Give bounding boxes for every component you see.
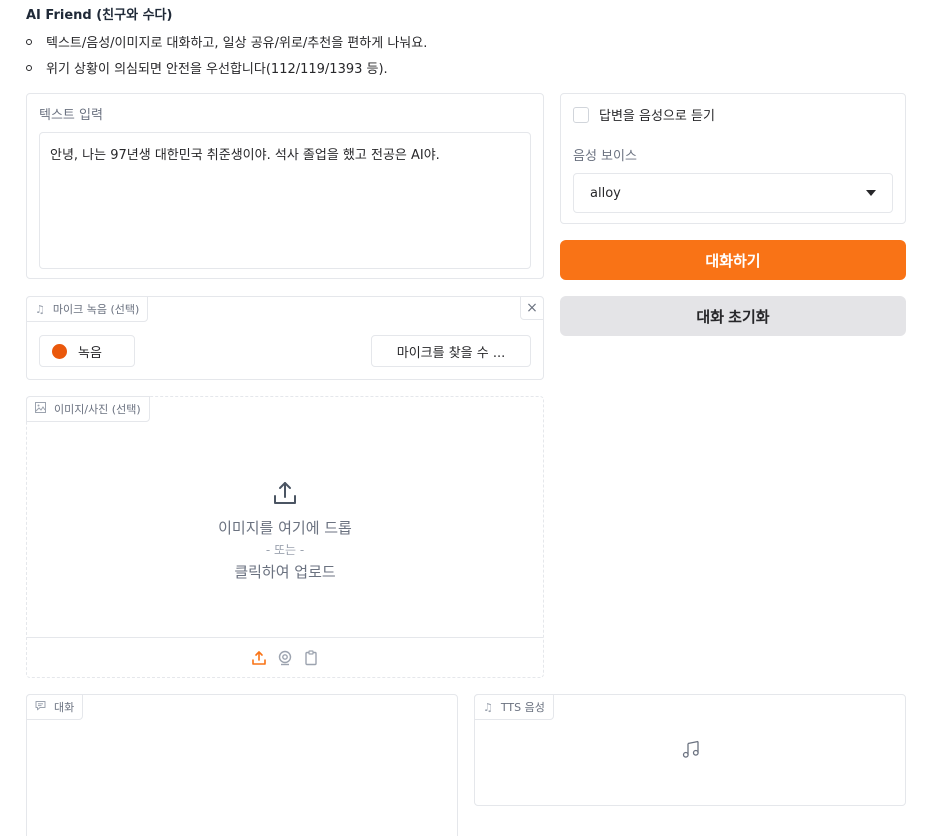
intro-bullet-text: 텍스트/음성/이미지로 대화하고, 일상 공유/위로/추천을 편하게 나눠요. [46,36,428,51]
mic-panel-label: 마이크 녹음 (선택) [52,303,140,316]
upload-icon [274,481,296,504]
mic-recording-panel: ♫ 마이크 녹음 (선택) × 녹음 마이크를 찾을 수 ... [26,296,544,380]
chat-button[interactable]: 대화하기 [560,240,906,280]
intro-bullet: 텍스트/음성/이미지로 대화하고, 일상 공유/위로/추천을 편하게 나눠요. [26,32,427,51]
safety-bullet-text: 위기 상황이 의심되면 안전을 우선합니다(112/119/1393 등). [46,62,388,77]
upload-source-icon[interactable] [251,650,267,666]
caret-down-icon [866,190,876,196]
record-button[interactable]: 녹음 [39,335,135,367]
tts-checkbox-label: 답변을 음성으로 듣기 [599,109,715,124]
webcam-icon[interactable] [277,650,293,666]
music-note-icon: ♫ [483,700,493,714]
tts-panel-tag: ♫ TTS 음성 [474,694,554,720]
image-panel-label: 이미지/사진 (선택) [54,403,141,416]
mic-device-select[interactable]: 마이크를 찾을 수 ... [371,335,531,367]
chat-panel-label: 대화 [54,701,75,714]
text-input-label: 텍스트 입력 [39,108,103,123]
image-source-toolbar [27,637,543,677]
voice-select-value: alloy [590,185,621,201]
page-title: AI Friend (친구와 수다) [26,8,173,23]
reset-chat-button[interactable]: 대화 초기화 [560,296,906,336]
chat-panel-tag: 대화 [26,694,84,720]
voice-options-panel: 답변을 음성으로 듣기 음성 보이스 alloy [560,93,906,224]
tts-panel-label: TTS 음성 [500,701,545,714]
chat-bubble-icon [35,700,46,714]
bullet-icon [26,38,32,45]
or-text: - 또는 - [265,542,305,557]
record-dot-icon [52,343,67,359]
bullet-icon [26,64,32,71]
close-icon[interactable]: × [520,296,544,320]
tts-checkbox[interactable] [573,106,589,123]
image-upload-panel: 이미지/사진 (선택) 이미지를 여기에 드롭 - 또는 - 클릭하여 업로드 [26,396,544,678]
click-upload-text: 클릭하여 업로드 [234,562,336,581]
text-input-panel: 텍스트 입력 안녕, 나는 97년생 대한민국 취준생이야. 석사 졸업을 했고… [26,93,544,279]
voice-select[interactable]: alloy [573,173,893,213]
image-drop-zone[interactable]: 이미지를 여기에 드롭 - 또는 - 클릭하여 업로드 [27,425,543,638]
drop-text: 이미지를 여기에 드롭 [218,518,352,537]
voice-select-label: 음성 보이스 [573,149,637,164]
record-button-label: 녹음 [78,345,102,361]
image-panel-tag: 이미지/사진 (선택) [26,396,150,422]
music-note-icon: ♫ [35,302,45,316]
text-input-field[interactable]: 안녕, 나는 97년생 대한민국 취준생이야. 석사 졸업을 했고 전공은 AI… [39,132,531,269]
tts-audio-panel: ♫ TTS 음성 [474,694,906,806]
mic-panel-tag: ♫ 마이크 녹음 (선택) [26,296,149,322]
safety-bullet: 위기 상황이 의심되면 안전을 우선합니다(112/119/1393 등). [26,58,388,77]
chatbot-panel: 대화 [26,694,458,836]
empty-audio-music-icon [682,740,699,758]
clipboard-icon[interactable] [303,649,319,666]
tts-checkbox-row[interactable]: 답변을 음성으로 듣기 [573,105,715,124]
image-icon [35,402,46,416]
